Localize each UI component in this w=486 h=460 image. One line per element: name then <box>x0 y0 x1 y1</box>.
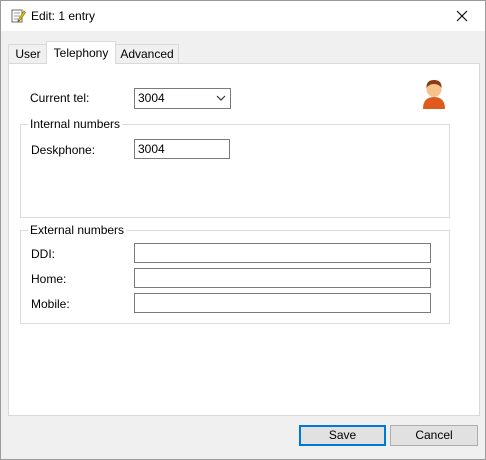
edit-notepad-icon <box>10 8 26 24</box>
current-tel-label: Current tel: <box>30 91 90 105</box>
save-button-label: Save <box>328 428 357 442</box>
tab-telephony-label: Telephony <box>53 46 109 60</box>
deskphone-label: Deskphone: <box>31 143 96 157</box>
deskphone-value: 3004 <box>138 142 165 156</box>
current-tel-dropdown[interactable]: 3004 <box>134 88 231 109</box>
close-icon <box>456 10 468 22</box>
deskphone-field[interactable]: 3004 <box>134 139 230 159</box>
internal-numbers-group: Internal numbers Deskphone: 3004 <box>20 117 450 218</box>
cancel-button[interactable]: Cancel <box>390 425 478 446</box>
window-title: Edit: 1 entry <box>31 9 96 23</box>
mobile-label: Mobile: <box>31 297 70 311</box>
ddi-label: DDI: <box>31 247 55 261</box>
external-numbers-group: External numbers DDI: Home: Mobile: <box>20 223 450 324</box>
current-tel-value: 3004 <box>138 91 165 105</box>
internal-numbers-title: Internal numbers <box>28 117 123 131</box>
user-avatar-icon <box>421 78 447 110</box>
close-button[interactable] <box>439 1 485 31</box>
home-label: Home: <box>31 272 67 286</box>
chevron-down-icon <box>216 95 226 101</box>
tab-user[interactable]: User <box>8 44 48 64</box>
external-numbers-title: External numbers <box>28 223 127 237</box>
cancel-button-label: Cancel <box>415 428 453 442</box>
mobile-field[interactable] <box>134 293 431 313</box>
tab-telephony[interactable]: Telephony <box>46 41 116 64</box>
save-button[interactable]: Save <box>299 425 386 446</box>
edit-entry-dialog: Edit: 1 entry User Telephony Advanced Cu… <box>0 0 486 460</box>
tab-advanced-label: Advanced <box>120 47 174 61</box>
tab-user-label: User <box>15 47 41 61</box>
home-field[interactable] <box>134 268 431 288</box>
ddi-field[interactable] <box>134 243 431 263</box>
telephony-panel: Current tel: 3004 Internal numbers Deskp… <box>8 63 480 416</box>
tab-advanced[interactable]: Advanced <box>115 44 179 64</box>
title-bar: Edit: 1 entry <box>1 1 485 31</box>
